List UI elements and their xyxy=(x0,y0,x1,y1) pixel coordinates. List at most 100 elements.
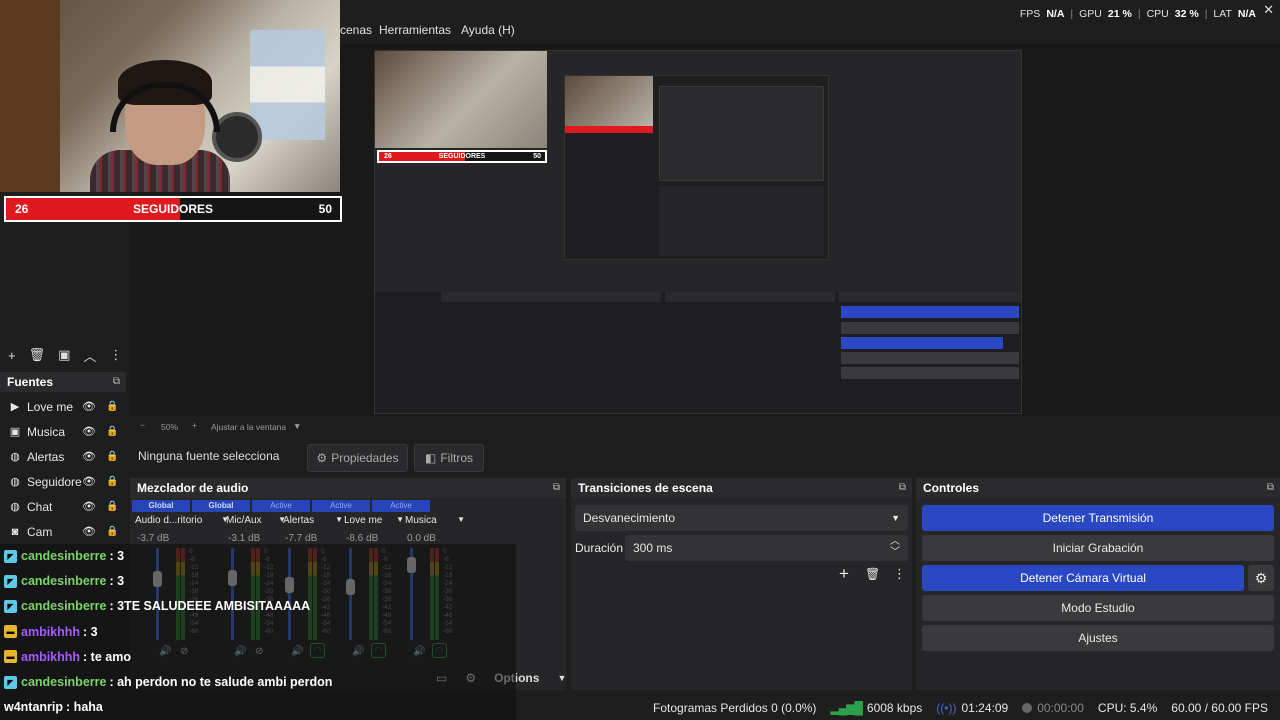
globe-icon: ◍ xyxy=(10,476,20,488)
source-item[interactable]: ◍ Seguidore 👁 🔒 xyxy=(0,469,130,494)
eye-icon[interactable]: 👁 xyxy=(82,400,96,413)
lock-icon[interactable]: 🔒 xyxy=(106,526,118,537)
transitions-title: Transiciones de escena xyxy=(578,481,713,495)
chat-text: : 3 xyxy=(109,574,125,589)
fit-window-select[interactable]: Ajustar a la ventana xyxy=(211,422,286,432)
properties-button[interactable]: ⚙ Propiedades xyxy=(307,444,408,472)
channel-name-select[interactable]: Love me ▼ xyxy=(344,515,404,526)
lock-icon[interactable]: 🔒 xyxy=(106,426,118,437)
chat-text: : 3 xyxy=(109,549,125,563)
mixer-header: Mezclador de audio ⧉ xyxy=(130,478,566,498)
followers-title: SEGUIDORES xyxy=(132,202,213,216)
studio-mode-button[interactable]: Modo Estudio xyxy=(922,595,1274,621)
chat-badge-icon: ◤ xyxy=(4,574,17,588)
chat-username: ambikhhh xyxy=(21,649,81,664)
controls-header: Controles ⧉ xyxy=(916,478,1280,498)
preview-nested-docks xyxy=(375,292,1021,413)
channel-name-select[interactable]: Mic/Aux ▼ xyxy=(226,515,286,526)
filter-icon[interactable]: ▣ xyxy=(58,347,70,363)
gear-icon: ⚙ xyxy=(316,451,328,465)
channel-db: 0.0 dB xyxy=(407,533,436,544)
source-item[interactable]: ◍ Alertas 👁 🔒 xyxy=(0,444,130,469)
source-item[interactable]: ▣ Musica 👁 🔒 xyxy=(0,419,130,444)
stepper-icon[interactable]: ︿ ﹀ xyxy=(890,536,900,558)
undock-icon[interactable]: ⧉ xyxy=(113,372,120,392)
add-icon[interactable]: + xyxy=(839,564,849,584)
more-icon[interactable]: ⋮ xyxy=(109,347,122,363)
stop-stream-button[interactable]: Detener Transmisión xyxy=(922,505,1274,531)
channel-name: Mic/Aux xyxy=(226,515,262,526)
record-timer: 00:00:00 xyxy=(1022,701,1084,715)
chat-text: : te amo xyxy=(83,649,131,664)
chevron-down-icon[interactable]: ▼ xyxy=(293,421,301,431)
duration-input[interactable]: 300 ms ︿ ﹀ xyxy=(625,535,908,561)
webcam-feed xyxy=(0,0,340,192)
undock-icon[interactable]: ⧉ xyxy=(899,478,906,498)
menu-tools[interactable]: Herramientas xyxy=(379,23,451,37)
source-item[interactable]: ▶ Love me 👁 🔒 xyxy=(0,394,130,419)
transition-select[interactable]: Desvanecimiento ▼ xyxy=(575,505,908,531)
undock-icon[interactable]: ⧉ xyxy=(1267,478,1274,498)
stream-preview[interactable]: 26 SEGUIDORES 50 xyxy=(374,50,1022,414)
virtual-camera-settings-button[interactable]: ⚙ xyxy=(1248,565,1274,591)
gear-icon: ⚙ xyxy=(1254,569,1268,586)
undock-icon[interactable]: ⧉ xyxy=(553,478,560,498)
fps-value: N/A xyxy=(1046,8,1065,20)
chat-message: w4ntanrip: haha xyxy=(4,700,103,714)
add-icon[interactable]: + xyxy=(8,348,16,363)
zoom-in-icon[interactable]: + xyxy=(192,420,197,430)
channel-name: Alertas xyxy=(283,515,315,526)
gpu-label: GPU xyxy=(1079,8,1102,20)
menu-scenes[interactable]: cenas xyxy=(340,23,372,37)
chat-text: : 3 xyxy=(83,624,98,639)
lock-icon[interactable]: 🔒 xyxy=(106,451,118,462)
trash-icon[interactable]: 🗑 xyxy=(865,567,880,581)
chat-badge-icon: ▬ xyxy=(4,625,17,639)
chevron-up-icon[interactable]: ︿ xyxy=(83,346,96,365)
more-icon[interactable]: ⋮ xyxy=(893,566,906,582)
trash-icon[interactable]: 🗑 xyxy=(29,347,46,363)
channel-name-select[interactable]: Alertas ▼ xyxy=(283,515,343,526)
followers-goal-bar: 26 SEGUIDORES 50 xyxy=(4,196,342,222)
channel-tag: Active xyxy=(372,500,430,512)
chevron-down-icon[interactable]: ▼ xyxy=(557,673,566,683)
eye-icon[interactable]: 👁 xyxy=(82,525,96,538)
preview-toolbar: − 50% + Ajustar a la ventana ▼ xyxy=(130,418,830,436)
dropped-frames: Fotogramas Perdidos 0 (0.0%) xyxy=(653,701,817,715)
eye-icon[interactable]: 👁 xyxy=(82,450,96,463)
cpu-usage: CPU: 5.4% xyxy=(1097,701,1158,715)
source-item[interactable]: ◍ Chat 👁 🔒 xyxy=(0,494,130,519)
eye-icon[interactable]: 👁 xyxy=(82,500,96,513)
channel-tag: Active xyxy=(252,500,310,512)
zoom-out-icon[interactable]: − xyxy=(140,420,145,430)
sources-header: Fuentes ⧉ xyxy=(0,372,126,392)
menu-help[interactable]: Ayuda (H) xyxy=(461,23,515,37)
eye-icon[interactable]: 👁 xyxy=(82,475,96,488)
source-item[interactable]: ◙ Cam 👁 🔒 xyxy=(0,519,130,544)
lock-icon[interactable]: 🔒 xyxy=(106,501,118,512)
no-source-label: Ninguna fuente selecciona xyxy=(138,449,280,463)
channel-name-select[interactable]: Audio d...ritorio ▼ xyxy=(135,515,229,526)
lock-icon[interactable]: 🔒 xyxy=(106,401,118,412)
start-recording-button[interactable]: Iniciar Grabación xyxy=(922,535,1274,561)
bitrate-indicator: ▂▄▆█ 6008 kbps xyxy=(830,701,922,715)
chat-badge-icon: ◤ xyxy=(4,599,17,613)
stream-time: 01:24:09 xyxy=(961,701,1009,715)
channel-name-select[interactable]: Musica ▼ xyxy=(405,515,465,526)
chat-message: ◤ candesinberre: 3 xyxy=(4,574,124,588)
close-icon[interactable]: ✕ xyxy=(1263,2,1274,18)
record-time: 00:00:00 xyxy=(1037,701,1084,715)
lock-icon[interactable]: 🔒 xyxy=(106,476,118,487)
channel-db: -7.7 dB xyxy=(285,533,318,544)
chat-message: ▬ ambikhhh: 3 xyxy=(4,625,98,639)
chevron-down-icon: ▼ xyxy=(396,515,404,524)
filters-button[interactable]: ◧ Filtros xyxy=(414,444,484,472)
camera-icon: ◙ xyxy=(11,525,19,538)
stop-virtual-camera-button[interactable]: Detener Cámara Virtual xyxy=(922,565,1244,591)
chat-username: candesinberre xyxy=(21,599,107,614)
settings-button[interactable]: Ajustes xyxy=(922,625,1274,651)
duration-label: Duración xyxy=(575,541,624,555)
source-label: Chat xyxy=(27,499,53,514)
source-label: Musica xyxy=(27,424,66,439)
eye-icon[interactable]: 👁 xyxy=(82,425,96,438)
